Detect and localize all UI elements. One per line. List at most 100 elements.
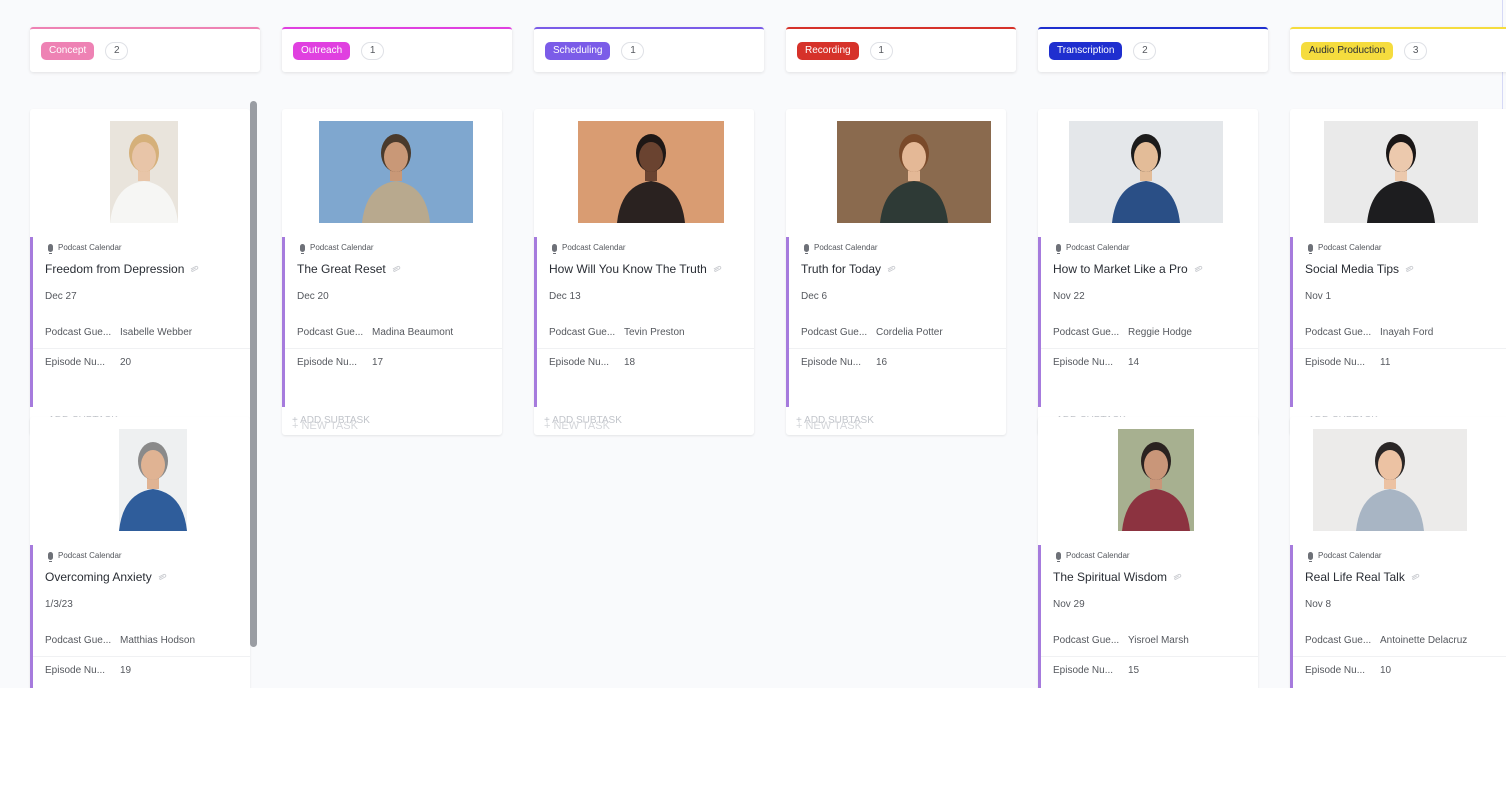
task-title[interactable]: The Great Reset (297, 262, 402, 276)
list-location[interactable]: Podcast Calendar (1308, 551, 1382, 562)
task-card[interactable]: Podcast Calendar The Great Reset Dec 20 … (282, 109, 502, 435)
status-pill[interactable]: Outreach (293, 41, 351, 60)
list-location[interactable]: Podcast Calendar (300, 243, 374, 254)
field-label: Episode Nu... (45, 357, 106, 368)
custom-field-episode[interactable]: Episode Nu... 18 (549, 357, 635, 368)
due-date[interactable]: Nov 22 (1053, 291, 1085, 302)
guest-photo-icon (110, 121, 178, 223)
list-location[interactable]: Podcast Calendar (804, 243, 878, 254)
custom-field-guest[interactable]: Podcast Gue... Reggie Hodge (1053, 327, 1192, 338)
list-location[interactable]: Podcast Calendar (48, 551, 122, 562)
task-count-badge: 1 (869, 41, 893, 60)
cover-image-area (1290, 417, 1506, 545)
due-date[interactable]: Dec 27 (45, 291, 77, 302)
due-date[interactable]: Nov 29 (1053, 599, 1085, 610)
field-label: Podcast Gue... (45, 635, 112, 646)
due-date[interactable]: 1/3/23 (45, 599, 73, 610)
custom-field-episode[interactable]: Episode Nu... 14 (1053, 357, 1139, 368)
attachment-icon (191, 266, 199, 272)
guest-photo[interactable] (110, 121, 178, 223)
custom-field-guest[interactable]: Podcast Gue... Yisroel Marsh (1053, 635, 1189, 646)
task-card-body: Podcast Calendar Overcoming Anxiety 1/3/… (30, 545, 250, 688)
attachment-icon (392, 266, 400, 272)
guest-photo[interactable] (1313, 429, 1467, 531)
column-header[interactable]: Audio Production 3 (1290, 27, 1506, 72)
task-card[interactable]: Podcast Calendar Truth for Today Dec 6 P… (786, 109, 1006, 435)
status-pill[interactable]: Concept (41, 41, 95, 60)
guest-photo[interactable] (319, 121, 473, 223)
field-divider (1293, 656, 1506, 657)
custom-field-episode[interactable]: Episode Nu... 16 (801, 357, 887, 368)
list-location[interactable]: Podcast Calendar (1056, 243, 1130, 254)
task-title[interactable]: Truth for Today (801, 262, 897, 276)
field-value: 11 (1380, 357, 1391, 368)
column-header[interactable]: Scheduling 1 (534, 27, 764, 72)
column-header[interactable]: Recording 1 (786, 27, 1016, 72)
kanban-board: Concept 2 Podcast Calendar Freedom from … (0, 0, 1506, 688)
field-value: 10 (1380, 665, 1392, 676)
task-title[interactable]: Real Life Real Talk (1305, 570, 1421, 584)
list-location[interactable]: Podcast Calendar (552, 243, 626, 254)
column-header[interactable]: Outreach 1 (282, 27, 512, 72)
task-count-badge: 1 (361, 41, 385, 60)
task-card[interactable]: Podcast Calendar Freedom from Depression… (30, 109, 250, 435)
task-title[interactable]: How to Market Like a Pro (1053, 262, 1204, 276)
guest-photo[interactable] (1118, 429, 1194, 531)
task-card[interactable]: Podcast Calendar Social Media Tips Nov 1… (1290, 109, 1506, 435)
custom-field-episode[interactable]: Episode Nu... 20 (45, 357, 131, 368)
new-task-button[interactable]: + NEW TASK (796, 420, 862, 432)
new-task-button[interactable]: + NEW TASK (544, 420, 610, 432)
custom-field-episode[interactable]: Episode Nu... 17 (297, 357, 383, 368)
task-card[interactable]: Podcast Calendar Overcoming Anxiety 1/3/… (30, 417, 250, 688)
task-title[interactable]: Social Media Tips (1305, 262, 1415, 276)
due-date[interactable]: Dec 13 (549, 291, 581, 302)
custom-field-guest[interactable]: Podcast Gue... Cordelia Potter (801, 327, 943, 338)
list-location[interactable]: Podcast Calendar (1308, 243, 1382, 254)
custom-field-episode[interactable]: Episode Nu... 11 (1305, 357, 1390, 368)
custom-field-guest[interactable]: Podcast Gue... Antoinette Delacruz (1305, 635, 1467, 646)
task-card-body: Podcast Calendar The Great Reset Dec 20 … (282, 237, 502, 407)
task-card[interactable]: Podcast Calendar How Will You Know The T… (534, 109, 754, 435)
column-header[interactable]: Transcription 2 (1038, 27, 1268, 72)
guest-photo[interactable] (119, 429, 187, 531)
list-location[interactable]: Podcast Calendar (1056, 551, 1130, 562)
custom-field-guest[interactable]: Podcast Gue... Inayah Ford (1305, 327, 1433, 338)
task-card[interactable]: Podcast Calendar How to Market Like a Pr… (1038, 109, 1258, 435)
task-card[interactable]: Podcast Calendar The Spiritual Wisdom No… (1038, 417, 1258, 688)
field-divider (33, 348, 250, 349)
task-title[interactable]: How Will You Know The Truth (549, 262, 723, 276)
task-card[interactable]: Podcast Calendar Real Life Real Talk Nov… (1290, 417, 1506, 688)
custom-field-guest[interactable]: Podcast Gue... Isabelle Webber (45, 327, 192, 338)
new-task-button[interactable]: + NEW TASK (292, 420, 358, 432)
attachment-icon (1405, 266, 1414, 272)
custom-field-episode[interactable]: Episode Nu... 10 (1305, 665, 1391, 676)
status-pill[interactable]: Transcription (1049, 41, 1123, 60)
field-divider (1041, 656, 1258, 657)
due-date[interactable]: Dec 6 (801, 291, 827, 302)
task-title[interactable]: Overcoming Anxiety (45, 570, 168, 584)
guest-photo[interactable] (1069, 121, 1223, 223)
task-title[interactable]: The Spiritual Wisdom (1053, 570, 1183, 584)
due-date[interactable]: Dec 20 (297, 291, 329, 302)
custom-field-guest[interactable]: Podcast Gue... Madina Beaumont (297, 327, 453, 338)
guest-photo[interactable] (578, 121, 724, 223)
due-date[interactable]: Nov 1 (1305, 291, 1331, 302)
status-pill[interactable]: Audio Production (1301, 41, 1394, 60)
custom-field-episode[interactable]: Episode Nu... 19 (45, 665, 131, 676)
guest-photo-icon (1313, 429, 1467, 531)
task-count-badge: 3 (1404, 41, 1428, 60)
field-label: Episode Nu... (1305, 357, 1366, 368)
status-pill[interactable]: Recording (797, 41, 859, 60)
custom-field-guest[interactable]: Podcast Gue... Matthias Hodson (45, 635, 195, 646)
custom-field-guest[interactable]: Podcast Gue... Tevin Preston (549, 327, 685, 338)
guest-photo[interactable] (1324, 121, 1478, 223)
list-location[interactable]: Podcast Calendar (48, 243, 122, 254)
due-date[interactable]: Nov 8 (1305, 599, 1331, 610)
column-header[interactable]: Concept 2 (30, 27, 260, 72)
task-title[interactable]: Freedom from Depression (45, 262, 200, 276)
custom-field-episode[interactable]: Episode Nu... 15 (1053, 665, 1139, 676)
task-card-body: Podcast Calendar Freedom from Depression… (30, 237, 250, 407)
status-pill[interactable]: Scheduling (545, 41, 611, 60)
guest-photo[interactable] (837, 121, 991, 223)
column-scrollbar[interactable] (250, 101, 257, 647)
